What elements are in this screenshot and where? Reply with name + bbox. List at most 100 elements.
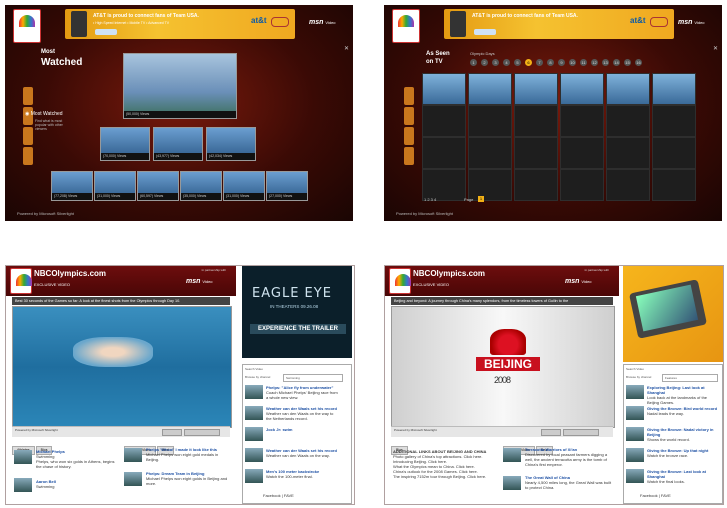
fullscreen-button[interactable] xyxy=(184,429,220,436)
day-button[interactable]: 1 xyxy=(470,59,477,66)
day-button[interactable]: 9 xyxy=(558,59,565,66)
channel-select[interactable]: Swimming xyxy=(283,374,343,382)
att-banner-ad[interactable]: AT&T is proud to connect fans of Team US… xyxy=(444,9,674,39)
related-video-thumb[interactable] xyxy=(503,476,521,490)
video-player[interactable]: BEIJING 2008 xyxy=(391,306,615,428)
side-tab-2[interactable] xyxy=(404,107,414,125)
video-player[interactable] xyxy=(12,306,232,428)
facebook-link[interactable]: Facebook | FAVE xyxy=(640,493,671,498)
nbc-olympics-logo[interactable] xyxy=(392,9,420,43)
day-button[interactable]: 13 xyxy=(602,59,609,66)
day-button[interactable]: 14 xyxy=(613,59,620,66)
side-video-thumb[interactable] xyxy=(626,406,644,420)
day-button[interactable]: 8 xyxy=(547,59,554,66)
side-video-desc: Shows the world record. xyxy=(647,437,690,442)
video-thumb[interactable]: (42,034) Views xyxy=(206,127,256,161)
video-thumb[interactable]: (27,000) Views xyxy=(266,171,308,201)
page-number[interactable]: 1 xyxy=(478,196,484,202)
day-button[interactable]: 7 xyxy=(536,59,543,66)
day-button[interactable]: 10 xyxy=(569,59,576,66)
video-thumb[interactable] xyxy=(560,73,604,105)
video-thumb[interactable]: (77,208) Views xyxy=(51,171,93,201)
day-button[interactable]: 11 xyxy=(580,59,587,66)
view-count: (77,208) Views xyxy=(52,193,92,200)
side-video-thumb[interactable] xyxy=(245,406,263,420)
player-controls[interactable]: Powered by Microsoft Silverlight xyxy=(12,426,230,437)
day-button[interactable]: 2 xyxy=(481,59,488,66)
video-thumb[interactable] xyxy=(514,73,558,105)
video-thumb[interactable] xyxy=(468,73,512,105)
side-video-link[interactable]: Exploring Beijing: Last look at Shanghai xyxy=(647,385,719,395)
banner-button[interactable] xyxy=(474,29,496,35)
side-tab-3[interactable] xyxy=(404,127,414,145)
side-video-thumb[interactable] xyxy=(245,385,263,399)
side-video-link[interactable]: Jock Jr: swim xyxy=(266,427,338,432)
related-video-thumb[interactable] xyxy=(124,472,142,486)
video-label: Video xyxy=(202,279,213,284)
day-button[interactable]: 4 xyxy=(503,59,510,66)
banner-button[interactable] xyxy=(95,29,117,35)
video-thumb[interactable]: (31,000) Views xyxy=(223,171,265,201)
nbc-olympics-logo[interactable] xyxy=(10,268,32,294)
side-tab-3[interactable] xyxy=(23,127,33,145)
side-video-link[interactable]: Giving the Bronze: Last look at Shanghai xyxy=(647,469,719,479)
video-thumb[interactable]: (35,000) Views xyxy=(180,171,222,201)
side-tab-1[interactable] xyxy=(404,87,414,105)
side-video-thumb[interactable] xyxy=(626,385,644,399)
close-icon[interactable]: ✕ xyxy=(713,45,718,52)
eagle-eye-ad[interactable]: EAGLE EYE IN THEATERS 09.26.08 EXPERIENC… xyxy=(242,266,352,358)
most-watched-desc: Find what is most popular with other vie… xyxy=(35,119,63,131)
eye-icon: ◉ xyxy=(25,111,30,117)
link-item[interactable]: The inspiring 7152m tour through Beijing… xyxy=(393,474,497,479)
video-thumb[interactable] xyxy=(422,73,466,105)
day-button[interactable]: 3 xyxy=(492,59,499,66)
video-thumb[interactable]: (70,000) Views xyxy=(100,127,150,161)
msn-label: msn xyxy=(678,19,693,26)
video-thumb[interactable]: (60,597) Views xyxy=(137,171,179,201)
side-video-thumb[interactable] xyxy=(626,427,644,441)
day-button[interactable]: 6 xyxy=(525,59,532,66)
share-button[interactable] xyxy=(162,429,182,436)
athlete-photo[interactable] xyxy=(14,478,32,492)
phone-ad[interactable] xyxy=(623,266,723,362)
video-caption: Beijing and beyond: A journey through Ch… xyxy=(391,297,613,305)
video-thumb[interactable] xyxy=(652,73,696,105)
related-video-thumb[interactable] xyxy=(503,448,521,462)
section-title-line2: Watched xyxy=(41,57,83,68)
side-video-thumb[interactable] xyxy=(245,448,263,462)
nbc-olympics-logo[interactable] xyxy=(389,268,411,294)
browse-label: Browse by channel xyxy=(626,375,652,379)
empty-slot xyxy=(468,169,512,201)
day-button[interactable]: 16 xyxy=(635,59,642,66)
side-video-thumb[interactable] xyxy=(245,469,263,483)
video-thumb[interactable]: (31,000) Views xyxy=(94,171,136,201)
nbc-olympics-logo[interactable] xyxy=(13,9,41,43)
athlete-photo[interactable] xyxy=(14,450,32,464)
side-tab-1[interactable] xyxy=(23,87,33,105)
side-tab-4[interactable] xyxy=(404,147,414,165)
close-icon[interactable]: ✕ xyxy=(344,45,349,52)
channel-select[interactable]: Features xyxy=(662,374,718,382)
main-video[interactable]: (50,000) Views xyxy=(123,53,237,119)
share-button[interactable] xyxy=(541,429,561,436)
side-video-thumb[interactable] xyxy=(626,448,644,462)
ad-cta-button[interactable]: EXPERIENCE THE TRAILER xyxy=(250,324,346,334)
olympic-rings-icon xyxy=(650,17,668,27)
day-button[interactable]: 15 xyxy=(624,59,631,66)
side-video-link[interactable]: Giving the Bronze: Nadal victory in Beij… xyxy=(647,427,719,437)
most-watched-nav[interactable]: ◉ Most Watched xyxy=(25,111,63,117)
related-video-thumb[interactable] xyxy=(124,448,142,462)
day-button[interactable]: 5 xyxy=(514,59,521,66)
facebook-link[interactable]: Facebook | FAVE xyxy=(263,493,294,498)
att-banner-ad[interactable]: AT&T is proud to connect fans of Team US… xyxy=(65,9,295,39)
fullscreen-button[interactable] xyxy=(563,429,599,436)
video-thumb[interactable]: (43,977) Views xyxy=(153,127,203,161)
day-button[interactable]: 12 xyxy=(591,59,598,66)
browse-label: Browse by channel xyxy=(245,375,271,379)
side-video-thumb[interactable] xyxy=(626,469,644,483)
side-video-thumb[interactable] xyxy=(245,427,263,441)
video-thumb[interactable] xyxy=(606,73,650,105)
pager[interactable]: 1 2 3 4 xyxy=(424,197,436,202)
side-tab-4[interactable] xyxy=(23,147,33,165)
player-controls[interactable]: Powered by Microsoft Silverlight xyxy=(391,426,613,437)
